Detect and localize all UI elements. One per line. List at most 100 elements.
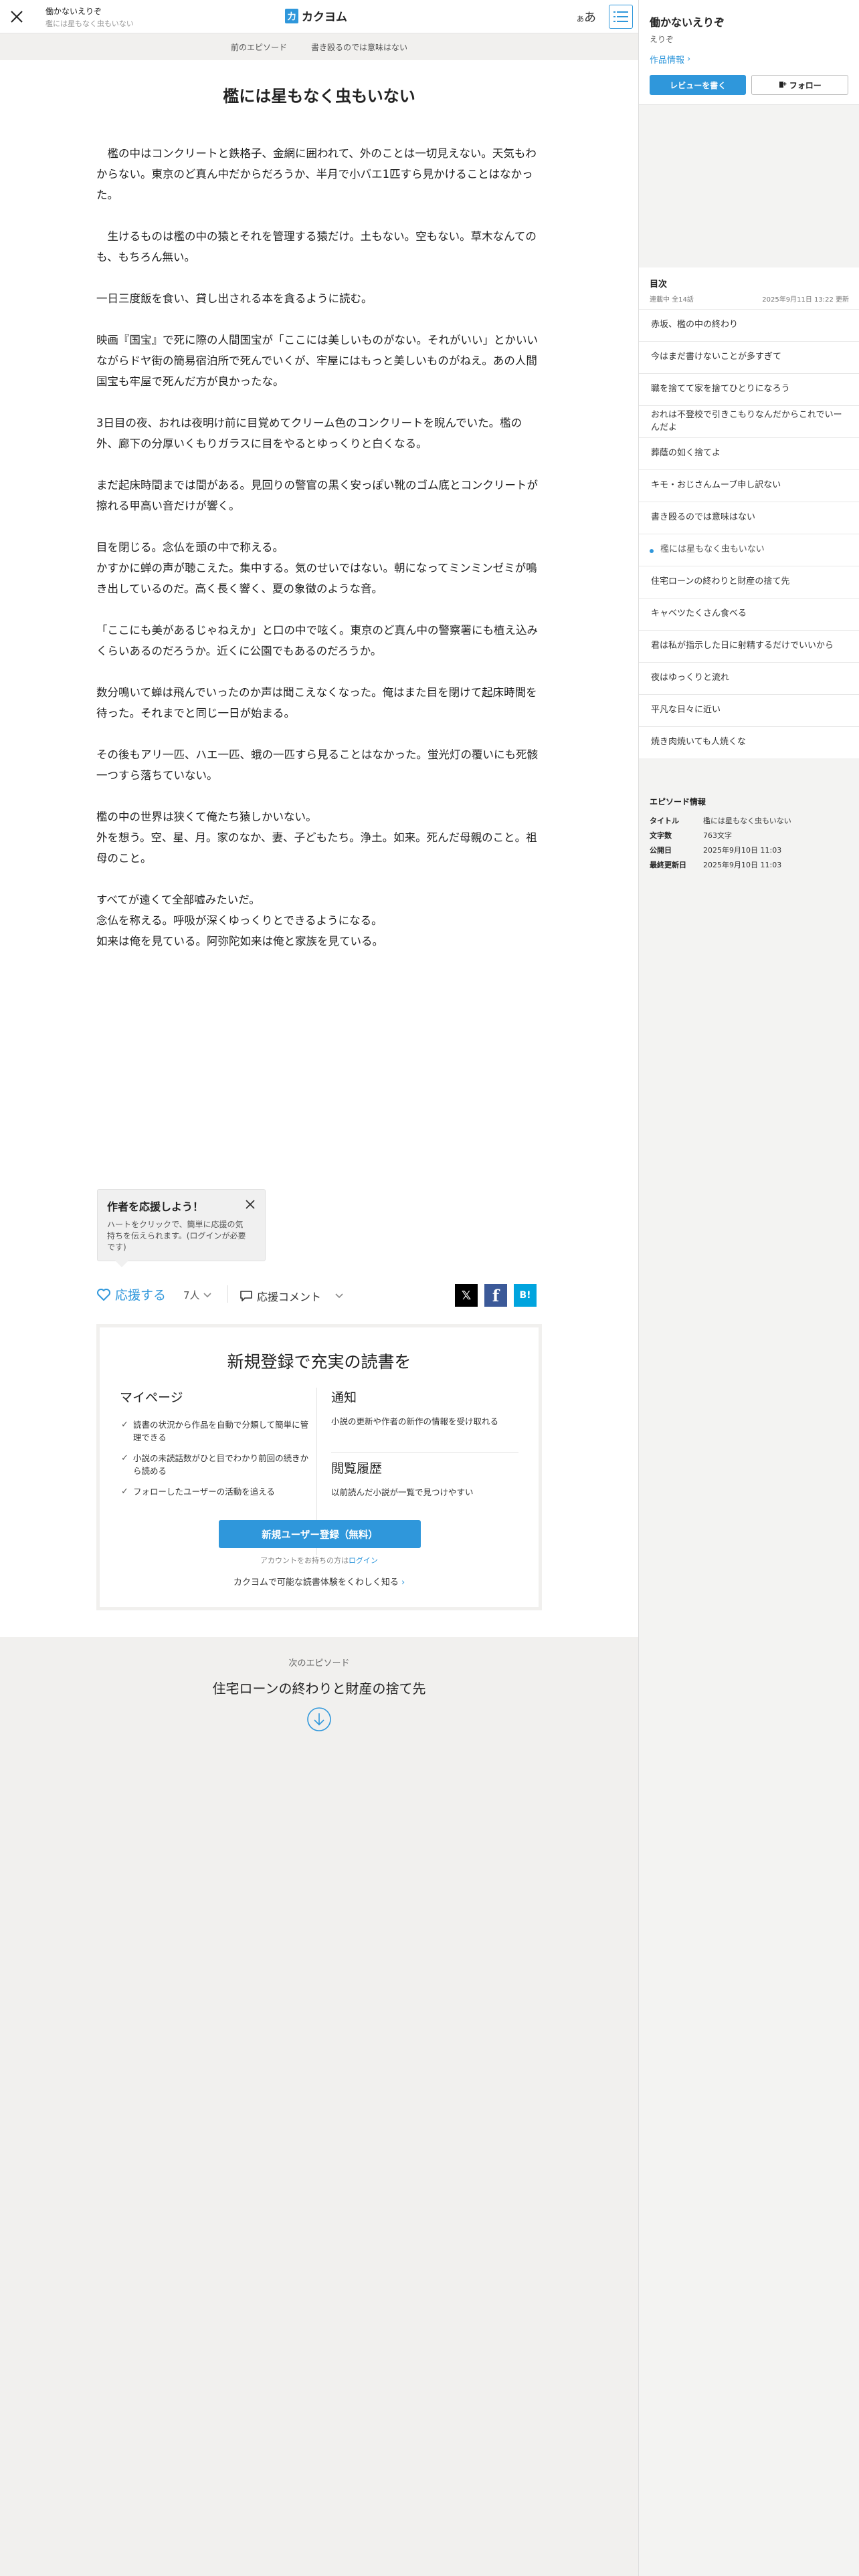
body-paragraph bbox=[96, 392, 542, 413]
toc-episode-item[interactable]: 赤坂、檻の中の終わり bbox=[639, 309, 859, 341]
chevron-right-icon: › bbox=[687, 54, 691, 64]
body-paragraph: 念仏を称える。呼吸が深くゆっくりとできるようになる。 bbox=[96, 914, 383, 927]
mypage-item: フォローしたユーザーの活動を追える bbox=[120, 1485, 314, 1498]
kakuyomu-logo[interactable]: 力 カクヨム bbox=[285, 7, 347, 24]
body-paragraph: すべてが遠くて全部嘘みたいだ。 bbox=[96, 893, 260, 906]
header-work-title[interactable]: 働かないえりぞ bbox=[45, 5, 102, 17]
cheer-count-dropdown[interactable]: 7人 bbox=[183, 1288, 212, 1302]
work-info-label: 作品情報 bbox=[650, 56, 685, 66]
toc-episode-label: 君は私が指示した日に射精するだけでいいから bbox=[651, 641, 834, 651]
toc-episode-item[interactable]: キャベツたくさん食べる bbox=[639, 598, 859, 630]
toc-title: 目次 bbox=[650, 280, 668, 290]
prev-episode-link[interactable]: 前のエピソード bbox=[231, 41, 287, 53]
history-heading: 閲覧履歴 bbox=[331, 1461, 383, 1476]
body-paragraph bbox=[96, 267, 542, 288]
font-large-glyph: あ bbox=[584, 11, 596, 25]
arrow-down-circle-icon[interactable] bbox=[306, 1707, 332, 1732]
write-review-button[interactable]: レビューを書く bbox=[650, 75, 747, 95]
toc-episode-item[interactable]: 檻には星もなく虫もいない bbox=[639, 534, 859, 566]
toc-episode-item[interactable]: 焼き肉焼いても人焼くな bbox=[639, 726, 859, 758]
font-size-button[interactable]: ああ bbox=[577, 8, 596, 25]
register-button[interactable]: 新規ユーザー登録（無料） bbox=[219, 1520, 421, 1548]
toc-episode-label: 夜はゆっくりと流れ bbox=[651, 673, 730, 683]
info-row-updated: 最終更新日 2025年9月10日 11:03 bbox=[650, 859, 849, 870]
info-row-published: 公開日 2025年9月10日 11:03 bbox=[650, 845, 849, 855]
toc-episode-label: キモ・おじさんムーブ申し訳ない bbox=[651, 480, 781, 491]
info-value: 763文字 bbox=[703, 831, 732, 840]
side-work-title[interactable]: 働かないえりぞ bbox=[650, 13, 848, 29]
share-x-button[interactable]: 𝕏 bbox=[455, 1284, 478, 1307]
body-paragraph: 数分鳴いて蝉は飛んでいったのか声は聞こえなくなった。俺はまた目を閉けて起床時間を… bbox=[96, 686, 537, 720]
toc-episode-label: 書き殴るのでは意味はない bbox=[651, 512, 756, 523]
episode-body: 檻の中はコンクリートと鉄格子、金網に囲われて、外のことは一切見えない。天気もわか… bbox=[96, 143, 542, 952]
body-paragraph bbox=[96, 786, 542, 807]
episode-title: 檻には星もなく虫もいない bbox=[223, 87, 415, 106]
body-paragraph bbox=[96, 309, 542, 330]
toc-episode-item[interactable]: 今はまだ書けないことが多すぎて bbox=[639, 341, 859, 373]
toc-episode-label: 葬蔭の如く捨てよ bbox=[651, 448, 721, 459]
cheer-tooltip-title: 作者を応援しよう！ bbox=[107, 1200, 204, 1213]
header-episode-title: 檻には星もなく虫もいない bbox=[45, 19, 134, 28]
toc-episode-item[interactable]: おれは不登校で引きこもりなんだからこれでいーんだよ bbox=[639, 405, 859, 437]
body-paragraph: その後もアリ一匹、ハエ一匹、蛾の一匹すら見ることはなかった。蛍光灯の覆いにも死骸… bbox=[96, 748, 538, 782]
body-paragraph bbox=[96, 724, 542, 744]
action-divider bbox=[227, 1285, 228, 1303]
body-paragraph: 檻の中はコンクリートと鉄格子、金網に囲われて、外のことは一切見えない。天気もわか… bbox=[96, 147, 537, 201]
learn-more-label: カクヨムで可能な読書体験をくわしく知る bbox=[233, 1578, 399, 1588]
notice-section: 通知 小説の更新や作者の新作の情報を受け取れる bbox=[331, 1388, 525, 1428]
toc-episode-item[interactable]: 職を捨てて家を捨てひとりになろう bbox=[639, 373, 859, 405]
toc-episode-item[interactable]: 葬蔭の如く捨てよ bbox=[639, 437, 859, 469]
heart-icon bbox=[97, 1288, 110, 1301]
info-key: 文字数 bbox=[650, 831, 672, 840]
next-episode[interactable]: 次のエピソード 住宅ローンの終わりと財産の捨て先 bbox=[0, 1637, 638, 1744]
next-episode-title[interactable]: 住宅ローンの終わりと財産の捨て先 bbox=[0, 1678, 638, 1697]
comment-label: 応援コメント bbox=[257, 1291, 322, 1303]
logo-mark-icon: 力 bbox=[285, 8, 298, 23]
chevron-right-icon: › bbox=[401, 1578, 405, 1588]
info-value: 檻には星もなく虫もいない bbox=[703, 817, 791, 825]
toc-episode-label: おれは不登校で引きこもりなんだからこれでいーんだよ bbox=[651, 409, 842, 433]
cheer-button[interactable]: 応援する bbox=[96, 1285, 166, 1303]
cheer-tooltip-body: ハートをクリックで、簡単に応援の気持ちを伝えられます。(ログインが必要です) bbox=[107, 1220, 246, 1252]
toc-episode-label: 赤坂、檻の中の終わり bbox=[651, 320, 739, 330]
body-paragraph bbox=[96, 454, 542, 475]
section-divider bbox=[331, 1452, 518, 1453]
body-paragraph: 如来は俺を見ている。阿弥陀如来は俺と家族を見ている。 bbox=[96, 935, 383, 948]
body-paragraph bbox=[96, 516, 542, 537]
side-work-header: 働かないえりぞ えりぞ 作品情報 › レビューを書く フォロー bbox=[639, 0, 859, 105]
close-icon[interactable] bbox=[245, 1199, 256, 1210]
toc-episode-label: キャベツたくさん食べる bbox=[651, 609, 747, 619]
side-author[interactable]: えりぞ bbox=[650, 33, 848, 45]
toc-updated: 2025年9月11日 13:22 更新 bbox=[762, 296, 849, 304]
body-paragraph bbox=[96, 661, 542, 682]
share-facebook-button[interactable]: f bbox=[484, 1284, 507, 1307]
next-episode-label: 次のエピソード bbox=[288, 1658, 350, 1669]
toc-episode-item[interactable]: 夜はゆっくりと流れ bbox=[639, 662, 859, 694]
cheer-count: 7人 bbox=[183, 1289, 200, 1301]
info-value: 2025年9月10日 11:03 bbox=[703, 861, 782, 869]
logo-text: カクヨム bbox=[302, 11, 347, 24]
toc-toggle-button[interactable] bbox=[609, 5, 633, 29]
close-icon[interactable] bbox=[8, 8, 25, 25]
toc-episode-label: 職を捨てて家を捨てひとりになろう bbox=[651, 384, 790, 395]
prev-episode-title[interactable]: 書き殴るのでは意味はない bbox=[311, 41, 407, 53]
cheer-label: 応援する bbox=[115, 1288, 167, 1303]
toc-episode-item[interactable]: 君は私が指示した日に射精するだけでいいから bbox=[639, 630, 859, 662]
info-key: 公開日 bbox=[650, 846, 672, 855]
toc-episode-item[interactable]: キモ・おじさんムーブ申し訳ない bbox=[639, 469, 859, 502]
toc-episode-item[interactable]: 平凡な日々に近い bbox=[639, 694, 859, 726]
mypage-item: 小説の未読話数がひと目でわかり前回の続きから読める bbox=[120, 1452, 314, 1477]
episode-info-title: エピソード情報 bbox=[650, 797, 706, 807]
body-paragraph: 一日三度飯を食い、貸し出される本を貪るように読む。 bbox=[96, 292, 373, 305]
work-info-link[interactable]: 作品情報 › bbox=[650, 53, 848, 66]
body-paragraph: まだ起床時間までは間がある。見回りの警官の黒く安っぽい靴のゴム底とコンクリートが… bbox=[96, 479, 538, 512]
share-hatena-button[interactable]: B! bbox=[514, 1284, 537, 1307]
cheer-comment-button[interactable]: 応援コメント bbox=[240, 1288, 344, 1304]
learn-more-link[interactable]: カクヨムで可能な読書体験をくわしく知る › bbox=[100, 1575, 539, 1588]
login-link[interactable]: ログイン bbox=[349, 1556, 378, 1565]
follow-button[interactable]: フォロー bbox=[751, 75, 848, 95]
body-paragraph bbox=[96, 869, 542, 889]
top-header: 働かないえりぞ 檻には星もなく虫もいない 力 カクヨム ああ bbox=[0, 0, 638, 33]
toc-episode-item[interactable]: 書き殴るのでは意味はない bbox=[639, 502, 859, 534]
toc-episode-item[interactable]: 住宅ローンの終わりと財産の捨て先 bbox=[639, 566, 859, 598]
